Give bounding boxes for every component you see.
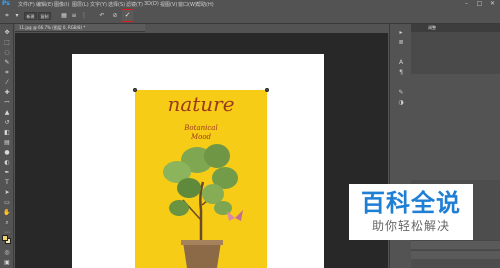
menu-view[interactable]: 视图(V) bbox=[160, 1, 177, 8]
history-brush-icon[interactable]: ↺ bbox=[2, 118, 12, 127]
adjust-panel-icon[interactable]: ◑ bbox=[396, 98, 406, 107]
gradient-tool-icon[interactable]: ▤ bbox=[2, 138, 12, 147]
healing-tool-icon[interactable]: ✚ bbox=[2, 88, 12, 97]
layer-row[interactable] bbox=[411, 240, 500, 249]
path-select-tool-icon[interactable]: ➤ bbox=[2, 188, 12, 197]
pen-tool-icon[interactable]: ✒ bbox=[2, 168, 12, 177]
transform-handle-top-right[interactable] bbox=[265, 88, 269, 92]
options-bar: ⌗ ▾ 新建 复制 ▦ ≡ ⋮ ↶ ⊘ bbox=[0, 9, 500, 24]
watermark-subtitle: 助你轻松解决 bbox=[371, 219, 450, 233]
brush-panel-icon[interactable]: ✎ bbox=[396, 88, 406, 97]
paragraph-panel-icon[interactable]: ¶ bbox=[396, 68, 406, 77]
crop-tool-preset-icon[interactable]: ⌗ bbox=[3, 12, 11, 20]
close-window-button[interactable]: ✕ bbox=[488, 1, 497, 7]
new-button[interactable]: 新建 bbox=[24, 12, 37, 20]
align-icon[interactable]: ≡ bbox=[70, 12, 78, 20]
lasso-tool-icon[interactable]: ◌ bbox=[2, 48, 12, 57]
watermark-badge: 百科全说 助你轻松解决 bbox=[349, 184, 473, 240]
menu-image[interactable]: 图像(I) bbox=[54, 1, 69, 8]
quick-mask-icon[interactable]: ◎ bbox=[2, 248, 12, 257]
panel-tab-adjustments[interactable]: 调整 bbox=[428, 25, 436, 31]
poster-image[interactable]: nature Botanical Mood bbox=[135, 90, 267, 268]
layer-row[interactable] bbox=[411, 250, 500, 259]
shape-tool-icon[interactable]: ▭ bbox=[2, 198, 12, 207]
commit-transform-button[interactable]: ✓ bbox=[121, 9, 134, 22]
history-panel-icon[interactable]: ▸ bbox=[396, 28, 406, 37]
menu-filter[interactable]: 滤镜(T) bbox=[126, 1, 143, 8]
menu-layer[interactable]: 图层(L) bbox=[72, 1, 89, 8]
toolbox: ✥ ⬚ ◌ ✎ ⌗ ⁄ ✚ ꟷ ▲ ↺ ◧ ▤ ● ◐ ✒ T ➤ ▭ ✋ ⌕ … bbox=[0, 24, 14, 268]
menu-edit[interactable]: 编辑(E) bbox=[36, 1, 53, 8]
menu-help[interactable]: 帮助(H) bbox=[196, 1, 214, 8]
menu-3d[interactable]: 3D(D) bbox=[144, 1, 159, 7]
dodge-tool-icon[interactable]: ◐ bbox=[2, 158, 12, 167]
menu-window[interactable]: 窗口(W) bbox=[178, 1, 197, 8]
minimize-button[interactable]: – bbox=[462, 1, 471, 7]
menu-select[interactable]: 选择(S) bbox=[108, 1, 125, 8]
crop-tool-icon[interactable]: ⌗ bbox=[2, 68, 12, 77]
chevron-down-icon[interactable]: ▾ bbox=[13, 12, 21, 20]
foreground-color-swatch[interactable] bbox=[2, 235, 8, 241]
move-tool-icon[interactable]: ✥ bbox=[2, 28, 12, 37]
document-tab[interactable]: 11.jpg @ 66.7% (图层 0, RGB/8) * bbox=[15, 24, 145, 32]
distribute-icon[interactable]: ⋮ bbox=[80, 12, 88, 20]
photoshop-logo: Ps bbox=[2, 0, 10, 7]
properties-panel-icon[interactable]: ≣ bbox=[396, 38, 406, 47]
maximize-button[interactable]: □ bbox=[475, 1, 484, 7]
zoom-tool-icon[interactable]: ⌕ bbox=[2, 218, 12, 227]
plant-illustration bbox=[163, 144, 243, 268]
brush-tool-icon[interactable]: ꟷ bbox=[2, 98, 12, 107]
panel-tab-bar bbox=[411, 24, 500, 32]
menu-file[interactable]: 文件(F) bbox=[18, 1, 35, 8]
cancel-transform-icon[interactable]: ⊘ bbox=[111, 12, 119, 20]
stamp-tool-icon[interactable]: ▲ bbox=[2, 108, 12, 117]
transform-handle-top-left[interactable] bbox=[133, 88, 137, 92]
hand-tool-icon[interactable]: ✋ bbox=[2, 208, 12, 217]
eyedropper-tool-icon[interactable]: ⁄ bbox=[2, 78, 12, 87]
quick-select-tool-icon[interactable]: ✎ bbox=[2, 58, 12, 67]
character-panel-icon[interactable]: A bbox=[396, 58, 406, 67]
duplicate-button[interactable]: 复制 bbox=[38, 12, 51, 20]
eraser-tool-icon[interactable]: ◧ bbox=[2, 128, 12, 137]
undo-icon[interactable]: ↶ bbox=[98, 12, 106, 20]
screen-mode-icon[interactable]: ▣ bbox=[2, 258, 12, 267]
menu-type[interactable]: 文字(Y) bbox=[90, 1, 107, 8]
watermark-title: 百科全说 bbox=[361, 189, 461, 217]
grid-icon[interactable]: ▦ bbox=[60, 12, 68, 20]
marquee-tool-icon[interactable]: ⬚ bbox=[2, 38, 12, 47]
blur-tool-icon[interactable]: ● bbox=[2, 148, 12, 157]
menu-bar: Ps 文件(F) 编辑(E) 图像(I) 图层(L) 文字(Y) 选择(S) 滤… bbox=[0, 0, 500, 9]
type-tool-icon[interactable]: T bbox=[2, 178, 12, 187]
